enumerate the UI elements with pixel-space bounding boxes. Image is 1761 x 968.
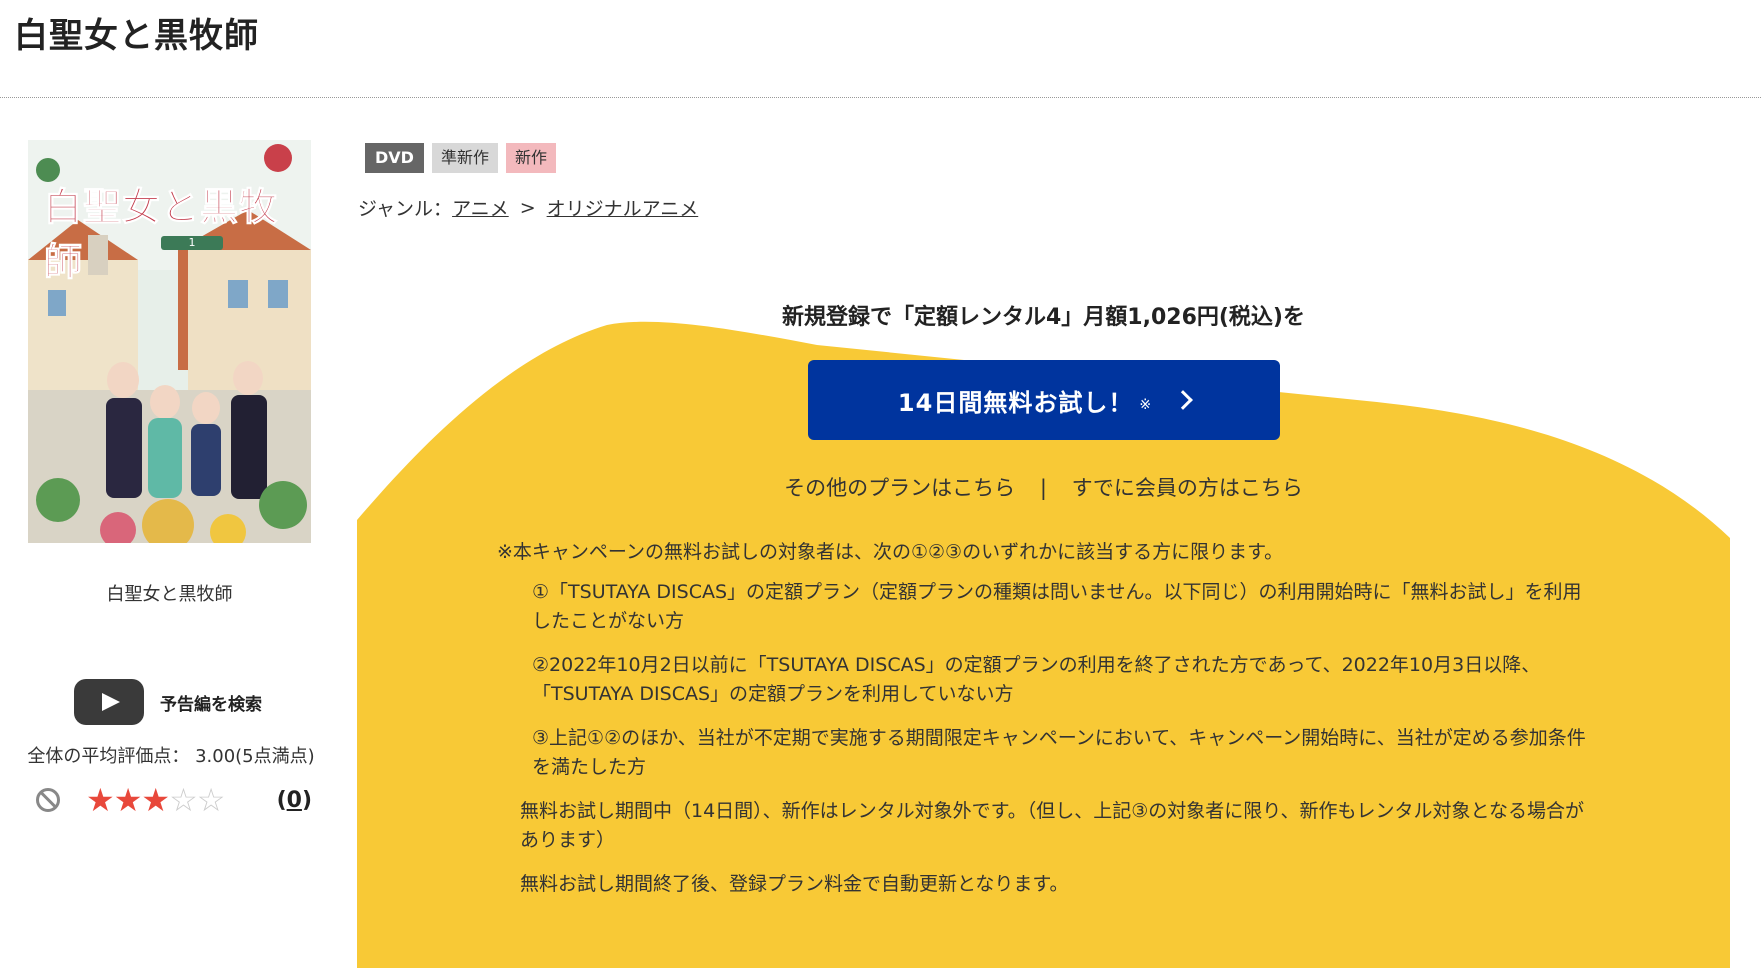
- notes-period: 無料お試し期間中（14日間）、新作はレンタル対象外です。（但し、上記③の対象者に…: [520, 800, 1584, 851]
- campaign-headline: 新規登録で「定額レンタル4」月額1,026円(税込)を: [781, 305, 1305, 330]
- free-trial-button[interactable]: 14日間無料お試し！ ※: [808, 360, 1280, 440]
- chevron-right-icon: [1173, 390, 1193, 410]
- star-icon[interactable]: ★: [141, 781, 170, 819]
- notes-renewal: 無料お試し期間終了後、登録プラン料金で自動更新となります。: [520, 873, 1069, 895]
- jacket-title-art: 白聖女と黒牧師: [44, 184, 279, 285]
- star-icon[interactable]: ☆: [169, 781, 198, 819]
- notes-item-1: ①「TSUTAYA DISCAS」の定額プラン（定額プランの種類は問いません。以…: [532, 581, 1582, 632]
- star-icon[interactable]: ☆: [197, 781, 226, 819]
- average-rating: 全体の平均評価点： 3.00(5点満点): [27, 746, 315, 767]
- link-separator: |: [1039, 476, 1047, 500]
- star-icon[interactable]: ★: [86, 781, 115, 819]
- campaign-notes: ※本キャンペーンの無料お試しの対象者は、次の①②③のいずれかに該当する方に限りま…: [497, 538, 1597, 914]
- genre-label: ジャンル：: [358, 198, 453, 220]
- genre-breadcrumb: ジャンル： アニメ > オリジナルアニメ: [358, 194, 698, 221]
- trailer-label[interactable]: 予告編を検索: [160, 690, 262, 715]
- item-title: 白聖女と黒牧師: [106, 584, 233, 605]
- format-tags: DVD 準新作 新作: [365, 143, 564, 173]
- review-count: (0): [276, 787, 312, 813]
- review-count-link[interactable]: 0: [287, 788, 302, 813]
- star-rating[interactable]: ★★★☆☆: [86, 781, 226, 819]
- tag-semi-new: 準新作: [431, 143, 498, 173]
- genre-link-anime[interactable]: アニメ: [452, 194, 509, 221]
- genre-link-original-anime[interactable]: オリジナルアニメ: [547, 194, 699, 221]
- star-icon[interactable]: ★: [114, 781, 143, 819]
- genre-separator: >: [519, 196, 536, 219]
- notes-item-3: ③上記①②のほか、当社が不定期で実施する期間限定キャンペーンにおいて、キャンペー…: [532, 727, 1586, 778]
- page-title: 白聖女と黒牧師: [14, 16, 259, 56]
- clear-rating-icon[interactable]: [36, 788, 60, 812]
- tag-dvd: DVD: [365, 143, 424, 173]
- jacket-image[interactable]: 白聖女と黒牧師 1: [28, 140, 311, 543]
- notes-lead: ※本キャンペーンの無料お試しの対象者は、次の①②③のいずれかに該当する方に限りま…: [497, 541, 1284, 563]
- free-trial-label[interactable]: 14日間無料お試し！: [898, 383, 1133, 418]
- play-icon[interactable]: [74, 679, 144, 725]
- tag-new: 新作: [505, 143, 556, 173]
- free-trial-note: ※: [1139, 397, 1153, 413]
- plan-links: その他のプランはこちら | すでに会員の方はこちら: [357, 472, 1730, 502]
- jacket-volume: 1: [161, 236, 223, 250]
- divider: [0, 97, 1761, 98]
- rating-row: ★★★☆☆ (0): [36, 784, 312, 816]
- other-plans-link[interactable]: その他のプランはこちら: [784, 476, 1015, 500]
- member-login-link[interactable]: すでに会員の方はこちら: [1072, 476, 1303, 500]
- notes-item-2: ②2022年10月2日以前に「TSUTAYA DISCAS」の定額プランの利用を…: [532, 654, 1541, 705]
- trailer-search[interactable]: 予告編を検索: [74, 679, 262, 725]
